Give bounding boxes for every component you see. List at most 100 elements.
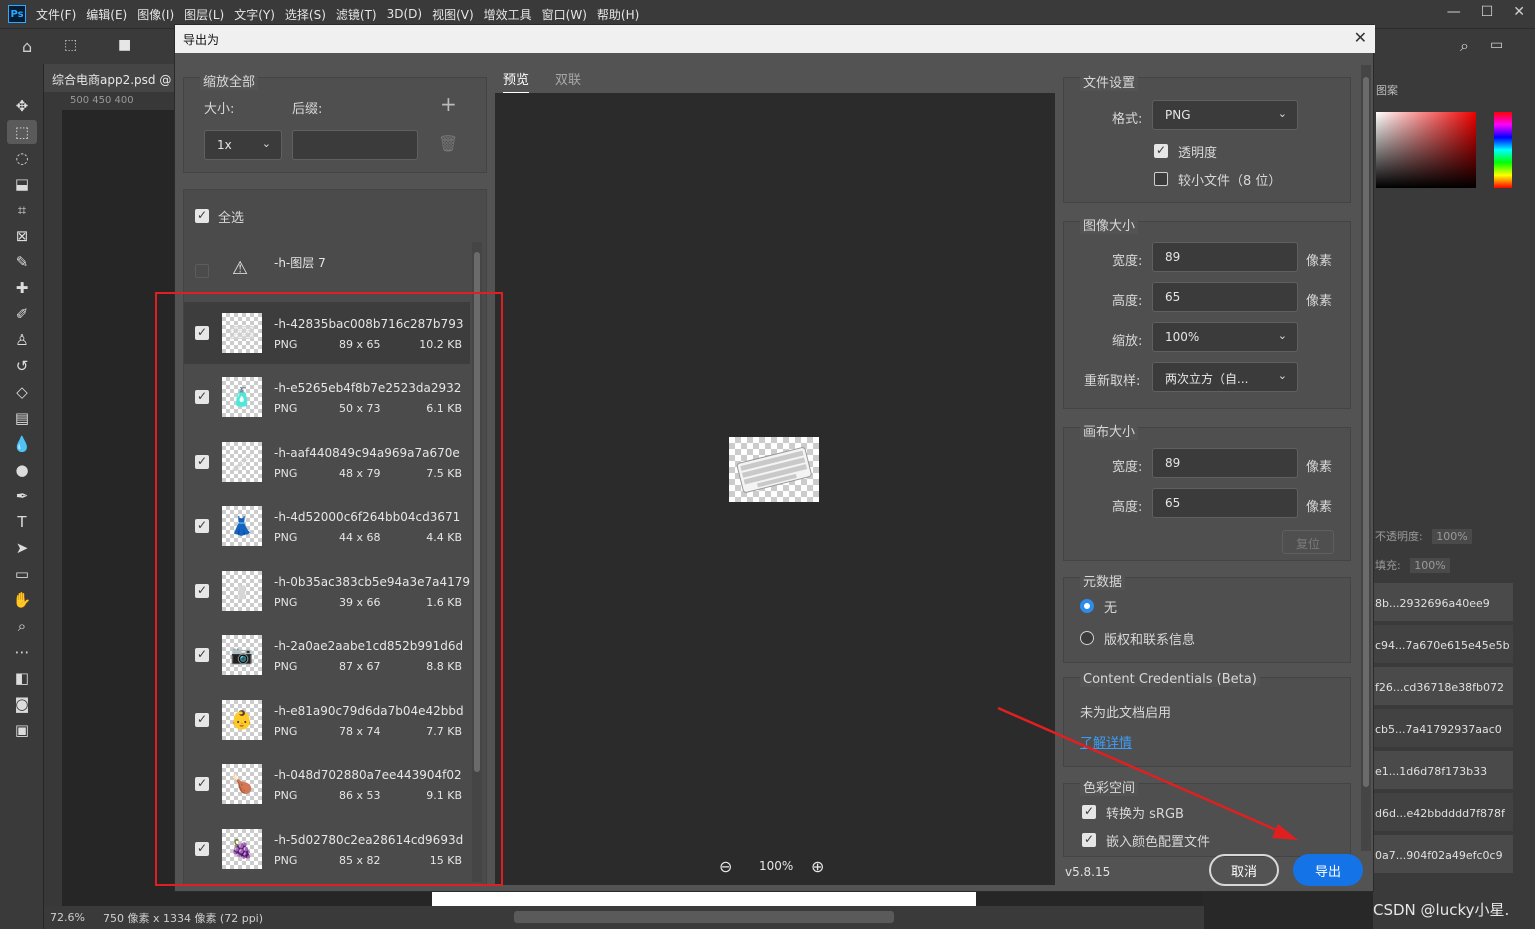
canvas-size-title: 画布大小 xyxy=(1080,421,1139,440)
frame-tool-icon[interactable]: ⊠ xyxy=(7,224,37,248)
height-unit: 像素 xyxy=(1306,294,1333,309)
marquee-option-icon[interactable]: ⬚ xyxy=(64,37,77,53)
menu-plugins[interactable]: 增效工具 xyxy=(484,6,532,23)
maximize-icon[interactable]: ☐ xyxy=(1481,4,1494,20)
close-icon[interactable]: ✕ xyxy=(1354,28,1367,47)
hue-slider[interactable] xyxy=(1494,112,1512,188)
color-swatch-icon[interactable]: ◧ xyxy=(7,666,37,690)
menu-filter[interactable]: 滤镜(T) xyxy=(336,6,377,23)
chevron-down-icon: ⌄ xyxy=(1277,369,1287,382)
menu-image[interactable]: 图像(I) xyxy=(137,6,174,23)
window-controls: — ☐ ✕ xyxy=(1447,4,1525,20)
eraser-tool-icon[interactable]: ◇ xyxy=(7,380,37,404)
search-icon[interactable]: ⌕ xyxy=(1460,36,1469,56)
opacity-input[interactable]: 100% xyxy=(1432,529,1472,544)
history-brush-icon[interactable]: ↺ xyxy=(7,354,37,378)
marquee-tool-icon[interactable]: ⬚ xyxy=(7,120,37,144)
transparency-checkbox[interactable] xyxy=(1154,143,1168,158)
pen-tool-icon[interactable]: ✒ xyxy=(7,484,37,508)
group-checkbox[interactable] xyxy=(195,264,209,278)
menu-layer[interactable]: 图层(L) xyxy=(184,6,224,23)
dodge-tool-icon[interactable]: ● xyxy=(7,458,37,482)
new-selection-icon[interactable]: ■ xyxy=(118,37,131,53)
workspace-icon[interactable]: ▭ xyxy=(1490,37,1503,53)
size-select-value: 1x xyxy=(217,138,232,152)
watermark: CSDN @lucky小星. xyxy=(1373,901,1510,919)
horizontal-scrollbar[interactable] xyxy=(514,911,894,923)
layer-row[interactable]: f26...cd36718e38fb072 xyxy=(1373,667,1513,705)
layer-row[interactable]: cb5...7a41792937aac0 xyxy=(1373,709,1513,747)
gradient-tool-icon[interactable]: ▤ xyxy=(7,406,37,430)
canvas-height-input[interactable]: 65 xyxy=(1152,488,1298,518)
move-tool-icon[interactable]: ✥ xyxy=(7,94,37,118)
menu-type[interactable]: 文字(Y) xyxy=(234,6,275,23)
lasso-tool-icon[interactable]: ◌ xyxy=(7,146,37,170)
layer-row[interactable]: c94...7a670e615e45e5b xyxy=(1373,625,1513,663)
size-select[interactable]: 1x ⌄ xyxy=(204,130,282,160)
patterns-panel-label[interactable]: 图案 xyxy=(1376,82,1398,98)
blur-tool-icon[interactable]: 💧 xyxy=(7,432,37,456)
menu-help[interactable]: 帮助(H) xyxy=(597,6,639,23)
fill-input[interactable]: 100% xyxy=(1410,558,1450,573)
home-icon[interactable]: ⌂ xyxy=(22,37,32,56)
menu-edit[interactable]: 编辑(E) xyxy=(86,6,127,23)
settings-scroll-thumb[interactable] xyxy=(1363,77,1369,787)
canvas-width-input[interactable]: 89 xyxy=(1152,448,1298,478)
reset-button[interactable]: 复位 xyxy=(1282,530,1334,554)
scale-select[interactable]: 100% ⌄ xyxy=(1152,322,1298,352)
menu-window[interactable]: 窗口(W) xyxy=(542,6,587,23)
fill-row: 填充: 100% xyxy=(1375,557,1450,573)
close-window-icon[interactable]: ✕ xyxy=(1513,4,1525,20)
menu-file[interactable]: 文件(F) xyxy=(36,6,76,23)
zoom-in-icon[interactable]: ⊕ xyxy=(811,857,824,876)
stamp-tool-icon[interactable]: ♙ xyxy=(7,328,37,352)
menu-select[interactable]: 选择(S) xyxy=(285,6,326,23)
crop-tool-icon[interactable]: ⌗ xyxy=(7,198,37,222)
menu-view[interactable]: 视图(V) xyxy=(432,6,474,23)
healing-tool-icon[interactable]: ✚ xyxy=(7,276,37,300)
zoom-tool-icon[interactable]: ⌕ xyxy=(7,614,37,638)
metadata-copyright-radio[interactable] xyxy=(1080,631,1094,645)
zoom-level[interactable]: 72.6% xyxy=(50,911,85,924)
layer-row[interactable]: e1...1d6d78f173b33 xyxy=(1373,751,1513,789)
layer-row[interactable]: d6d...e42bbdddd7f878f xyxy=(1373,793,1513,831)
brush-tool-icon[interactable]: ✐ xyxy=(7,302,37,326)
height-input[interactable]: 65 xyxy=(1152,282,1298,312)
menu-3d[interactable]: 3D(D) xyxy=(387,7,422,21)
tab-2up[interactable]: 双联 xyxy=(555,69,581,88)
add-scale-icon[interactable]: + xyxy=(440,92,457,116)
minimize-icon[interactable]: — xyxy=(1447,4,1461,20)
hand-tool-icon[interactable]: ✋ xyxy=(7,588,37,612)
suffix-label: 后缀: xyxy=(292,102,323,117)
trash-icon[interactable]: 🗑 xyxy=(438,134,458,153)
format-select[interactable]: PNG ⌄ xyxy=(1152,100,1298,130)
metadata-none-radio[interactable] xyxy=(1080,599,1094,613)
version-label: v5.8.15 xyxy=(1065,865,1111,879)
suffix-input[interactable] xyxy=(292,130,418,160)
smaller-file-label: 较小文件（8 位） xyxy=(1178,174,1282,189)
layer-row[interactable]: 8b...2932696a40ee9 xyxy=(1373,583,1513,621)
select-all-checkbox[interactable] xyxy=(195,208,209,223)
object-select-icon[interactable]: ⬓ xyxy=(7,172,37,196)
type-tool-icon[interactable]: T xyxy=(7,510,37,534)
more-tools-icon[interactable]: ⋯ xyxy=(7,640,37,664)
layer-row[interactable]: 0a7...904f02a49efc0c9 xyxy=(1373,835,1513,873)
opacity-row: 不透明度: 100% xyxy=(1375,528,1472,544)
color-picker-field[interactable] xyxy=(1376,112,1476,188)
screen-mode-icon[interactable]: ▣ xyxy=(7,718,37,742)
quick-mask-icon[interactable]: ◙ xyxy=(7,692,37,716)
cancel-button[interactable]: 取消 xyxy=(1209,854,1279,886)
export-button[interactable]: 导出 xyxy=(1293,854,1363,886)
resample-select[interactable]: 两次立方（自... ⌄ xyxy=(1152,362,1298,392)
zoom-out-icon[interactable]: ⊖ xyxy=(719,857,732,876)
settings-scrollbar[interactable] xyxy=(1361,65,1371,851)
eyedropper-tool-icon[interactable]: ✎ xyxy=(7,250,37,274)
resample-label: 重新取样: xyxy=(1084,374,1141,389)
path-select-icon[interactable]: ➤ xyxy=(7,536,37,560)
tab-preview[interactable]: 预览 xyxy=(503,69,530,94)
width-input[interactable]: 89 xyxy=(1152,242,1298,272)
smaller-file-checkbox[interactable] xyxy=(1154,172,1168,186)
document-tab[interactable]: 综合电商app2.psd @ 72.6% xyxy=(44,64,184,92)
rectangle-tool-icon[interactable]: ▭ xyxy=(7,562,37,586)
canvas-size-group: 画布大小 宽度: 89 像素 高度: 65 像素 复位 xyxy=(1063,421,1351,561)
